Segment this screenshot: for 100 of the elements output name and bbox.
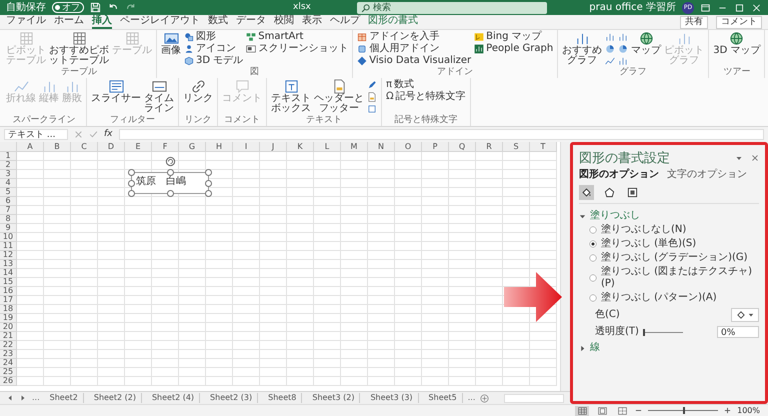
ribbon-button[interactable]: アドインを入手 xyxy=(357,31,472,43)
row-header[interactable]: 11 xyxy=(0,242,17,251)
radio-button[interactable] xyxy=(589,240,597,248)
share-button[interactable]: 共有 xyxy=(680,16,708,28)
column-header[interactable]: Q xyxy=(449,142,476,152)
line-section-header[interactable]: 線 xyxy=(579,342,759,354)
menu-tab[interactable]: ページレイアウト xyxy=(120,15,200,29)
previous-sheet-icon[interactable] xyxy=(6,394,14,402)
icon-button[interactable] xyxy=(367,79,377,91)
icon-button[interactable] xyxy=(367,91,377,103)
row-header[interactable]: 5 xyxy=(0,188,17,197)
sheet-tab[interactable]: Sheet2 (2) xyxy=(88,393,142,403)
ribbon-button[interactable]: ヘッダーとフッター xyxy=(314,79,364,115)
more-sheets[interactable]: ... xyxy=(468,393,476,403)
zoom-in-icon[interactable] xyxy=(724,407,732,414)
autosave-toggle[interactable]: オフ xyxy=(52,2,84,13)
row-header[interactable]: 24 xyxy=(0,359,17,368)
column-header[interactable]: F xyxy=(152,142,179,152)
column-header[interactable]: T xyxy=(530,142,557,152)
icon-button[interactable] xyxy=(367,103,377,115)
column-header[interactable]: K xyxy=(287,142,314,152)
column-header[interactable]: E xyxy=(125,142,152,152)
row-header[interactable]: 22 xyxy=(0,341,17,350)
sheet-tab[interactable]: Sheet2 (4) xyxy=(146,393,200,403)
column-header[interactable]: O xyxy=(395,142,422,152)
row-header[interactable]: 16 xyxy=(0,287,17,296)
row-header[interactable]: 12 xyxy=(0,251,17,260)
icon-button[interactable] xyxy=(605,55,616,67)
row-header[interactable]: 1 xyxy=(0,152,17,161)
ribbon-button[interactable]: リンク xyxy=(183,79,213,115)
ribbon-button[interactable]: テキストボックス xyxy=(271,79,311,115)
ribbon-button[interactable]: おすすめグラフ xyxy=(562,31,602,67)
row-header[interactable]: 23 xyxy=(0,350,17,359)
ribbon-button[interactable]: Ω 記号と特殊文字 xyxy=(386,91,466,103)
size-button[interactable] xyxy=(625,185,640,200)
ribbon-button[interactable]: 3D マップ xyxy=(713,31,760,67)
menu-tab[interactable]: 図形の書式 xyxy=(368,15,418,29)
ribbon-button[interactable]: 3D モデル xyxy=(184,55,244,67)
column-header[interactable]: J xyxy=(260,142,287,152)
icon-button[interactable] xyxy=(605,31,616,43)
row-header[interactable]: 15 xyxy=(0,278,17,287)
ribbon-button[interactable]: 図形 xyxy=(184,31,244,43)
column-header[interactable]: N xyxy=(368,142,395,152)
add-sheet-icon[interactable] xyxy=(480,394,490,402)
slider-thumb[interactable] xyxy=(642,328,645,336)
sheet-tab[interactable]: Sheet8 xyxy=(263,393,302,403)
row-header[interactable]: 4 xyxy=(0,179,17,188)
row-header[interactable]: 25 xyxy=(0,368,17,377)
ribbon-button[interactable]: マップ xyxy=(631,31,662,67)
comment-button[interactable]: コメント xyxy=(716,16,762,28)
formula-input[interactable] xyxy=(118,129,764,140)
icon-button[interactable] xyxy=(618,55,628,67)
ribbon-button[interactable]: π 数式 xyxy=(386,79,466,91)
ribbon-button[interactable]: People Graph xyxy=(474,43,554,55)
normal-view-button[interactable] xyxy=(575,406,590,416)
save-icon[interactable] xyxy=(90,2,101,13)
ribbon-button[interactable]: おすすめピボットテーブル xyxy=(49,31,109,67)
column-header[interactable]: I xyxy=(233,142,260,152)
next-sheet-icon[interactable] xyxy=(19,394,27,402)
page-layout-button[interactable] xyxy=(595,406,610,416)
percent-field[interactable]: 0% xyxy=(717,326,759,338)
column-header[interactable]: S xyxy=(503,142,530,152)
sheet-tab[interactable]: Sheet5 xyxy=(424,393,463,403)
fill-section-header[interactable]: 塗りつぶし xyxy=(579,210,759,222)
row-header[interactable]: 9 xyxy=(0,224,17,233)
maximize-icon[interactable] xyxy=(734,2,745,12)
search-field[interactable]: 検索 xyxy=(356,2,547,14)
ribbon-display-icon[interactable] xyxy=(700,2,711,12)
column-header[interactable]: R xyxy=(476,142,503,152)
insert-function-button[interactable]: fx xyxy=(104,129,112,140)
sheet-tab[interactable]: Sheet3 (3) xyxy=(365,393,419,403)
ribbon-button[interactable]: Visio Data Visualizer xyxy=(357,55,472,67)
menu-tab[interactable]: 数式 xyxy=(208,15,228,29)
resize-handle[interactable] xyxy=(167,190,174,197)
name-box[interactable]: テキスト ... xyxy=(4,129,68,140)
row-header[interactable]: 26 xyxy=(0,377,17,386)
sheet-tab[interactable]: Sheet2 xyxy=(44,393,84,403)
close-icon[interactable] xyxy=(751,154,759,162)
pane-tab[interactable]: 図形のオプション xyxy=(579,169,659,181)
ribbon-button[interactable]: 画像 xyxy=(161,31,181,67)
column-header[interactable]: P xyxy=(422,142,449,152)
radio-button[interactable] xyxy=(589,226,597,234)
icon-button[interactable] xyxy=(605,43,616,55)
more-sheets[interactable]: ... xyxy=(32,393,40,403)
row-header[interactable]: 13 xyxy=(0,260,17,269)
column-header[interactable]: L xyxy=(314,142,341,152)
row-header[interactable]: 14 xyxy=(0,269,17,278)
radio-button[interactable] xyxy=(589,254,597,262)
column-header[interactable]: C xyxy=(71,142,98,152)
ribbon-button[interactable]: スライサー xyxy=(91,79,141,115)
row-header[interactable]: 21 xyxy=(0,332,17,341)
vertical-scrollbar[interactable] xyxy=(560,142,570,391)
cell-grid[interactable] xyxy=(17,152,557,386)
page-break-button[interactable] xyxy=(615,406,630,416)
ribbon-button[interactable]: タイムライン xyxy=(144,79,174,115)
zoom-level[interactable]: 100% xyxy=(737,406,760,416)
menu-tab[interactable]: データ xyxy=(236,15,266,29)
menu-tab[interactable]: ヘルプ xyxy=(330,15,360,29)
row-header[interactable]: 20 xyxy=(0,323,17,332)
sheet-tab[interactable]: Sheet2 (3) xyxy=(205,393,258,403)
